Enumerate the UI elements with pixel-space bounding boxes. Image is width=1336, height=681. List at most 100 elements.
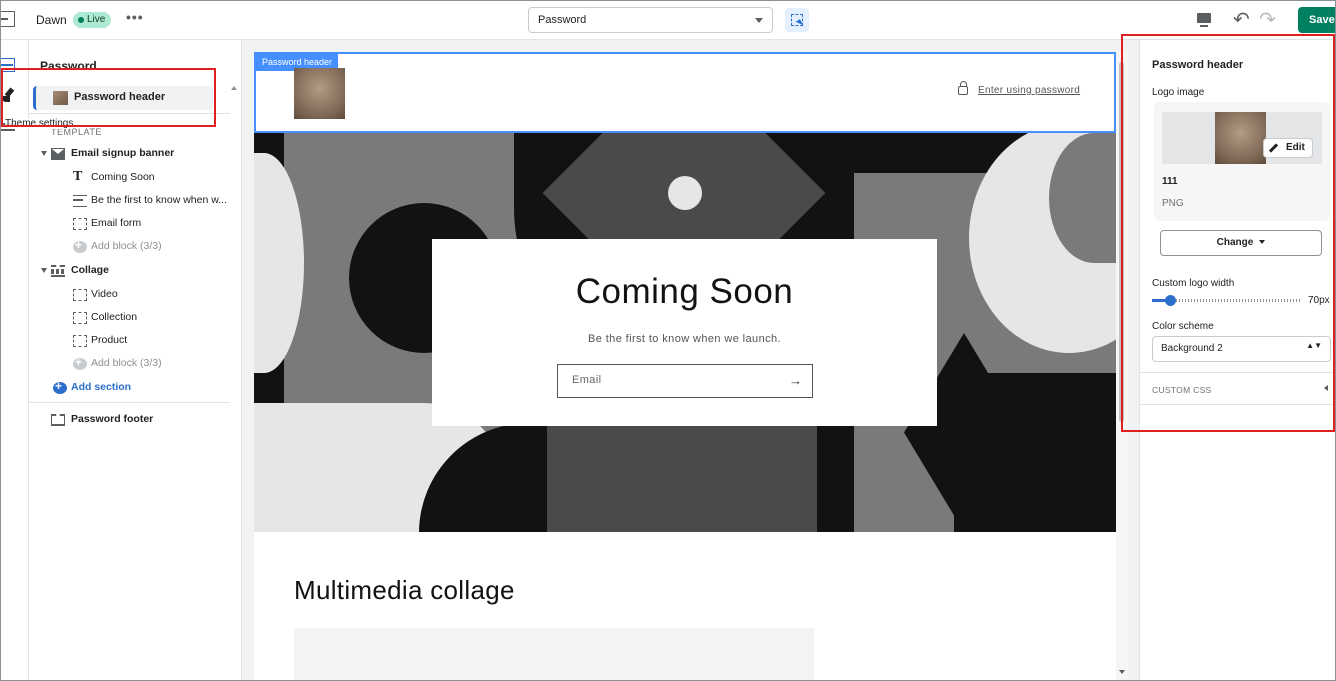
block-icon bbox=[73, 335, 87, 347]
preview-password-header[interactable]: Password header Enter using password bbox=[254, 52, 1116, 133]
logo-thumbnail bbox=[1215, 112, 1266, 164]
block-icon bbox=[73, 218, 87, 230]
change-logo-label: Change bbox=[1216, 237, 1254, 248]
sidebar-item-label: Password footer bbox=[71, 413, 154, 425]
divider bbox=[29, 113, 230, 114]
color-scheme-label: Color scheme bbox=[1152, 321, 1214, 332]
block-label: Be the first to know when w... bbox=[91, 194, 227, 206]
divider bbox=[1140, 404, 1335, 405]
logo-image-card: Edit 111 PNG bbox=[1154, 102, 1330, 221]
header-thumbnail-icon bbox=[53, 91, 68, 105]
theme-name: Dawn bbox=[36, 13, 67, 27]
email-placeholder: Email bbox=[572, 374, 602, 386]
add-block-button[interactable]: Add block (3/3) bbox=[29, 236, 230, 258]
more-actions-button[interactable]: ••• bbox=[126, 9, 144, 25]
live-status-badge: Live bbox=[73, 12, 112, 28]
add-section-label: Add section bbox=[71, 381, 132, 393]
caret-down-icon[interactable] bbox=[41, 268, 47, 273]
sections-sidebar: Password Password header TEMPLATE Email … bbox=[29, 40, 242, 680]
banner-shape bbox=[668, 176, 702, 210]
storefront-preview: Password header Enter using password Com… bbox=[254, 52, 1116, 680]
chevron-down-icon bbox=[1259, 240, 1266, 245]
sections-icon[interactable] bbox=[1, 58, 15, 72]
collage-icon bbox=[51, 265, 65, 277]
add-section-button[interactable]: Add section bbox=[29, 377, 230, 399]
logo-file-name: 111 bbox=[1162, 176, 1178, 187]
sidebar-item-label: Password header bbox=[74, 91, 166, 103]
banner-heading: Coming Soon bbox=[575, 272, 794, 311]
add-block-label: Add block (3/3) bbox=[91, 357, 162, 369]
footer-icon bbox=[51, 414, 65, 426]
enter-password-link[interactable]: Enter using password bbox=[978, 85, 1080, 96]
chevron-down-icon bbox=[755, 18, 763, 23]
sidebar-title: Password bbox=[40, 59, 97, 73]
block-item-coming-soon[interactable]: T Coming Soon bbox=[29, 167, 230, 189]
add-block-button[interactable]: Add block (3/3) bbox=[29, 353, 230, 375]
arrow-right-icon[interactable]: → bbox=[789, 373, 802, 388]
change-logo-button[interactable]: Change bbox=[1160, 230, 1322, 256]
sidebar-item-label: Collage bbox=[71, 264, 109, 276]
redo-button[interactable]: ↷ bbox=[1259, 10, 1276, 30]
block-item-collection[interactable]: Collection bbox=[29, 307, 230, 329]
template-select-value: Password bbox=[538, 14, 587, 26]
theme-editor-window: Dawn Live ••• Password ↶ ↷ Save Password… bbox=[0, 0, 1336, 681]
template-select[interactable]: Password bbox=[528, 7, 773, 33]
store-logo bbox=[294, 68, 345, 119]
plus-circle-icon bbox=[73, 238, 87, 253]
select-arrows-icon: ▲▼ bbox=[1306, 341, 1322, 350]
block-icon bbox=[73, 312, 87, 324]
color-scheme-select[interactable]: Background 2 ▲▼ bbox=[1152, 336, 1331, 362]
sidebar-item-password-header[interactable]: Password header bbox=[33, 86, 213, 110]
block-item-product[interactable]: Product bbox=[29, 330, 230, 352]
sidebar-item-collage[interactable]: Collage bbox=[29, 260, 230, 282]
caret-down-icon[interactable] bbox=[41, 151, 47, 156]
scroll-down-icon[interactable] bbox=[1119, 670, 1125, 674]
collage-media-placeholder[interactable] bbox=[294, 628, 814, 680]
theme-settings-brush-icon[interactable] bbox=[2, 88, 16, 102]
theme-settings-tooltip: Theme settings bbox=[5, 118, 74, 129]
block-item-subtitle[interactable]: Be the first to know when w... bbox=[29, 190, 230, 212]
divider bbox=[29, 402, 230, 403]
banner-subheading: Be the first to know when we launch. bbox=[588, 333, 781, 345]
block-label: Collection bbox=[91, 311, 138, 323]
exit-icon[interactable] bbox=[1, 11, 15, 27]
plus-circle-icon bbox=[73, 355, 87, 370]
preview-area: Password header Enter using password Com… bbox=[242, 40, 1139, 680]
banner-shape bbox=[954, 373, 1116, 532]
envelope-icon bbox=[51, 148, 65, 160]
undo-button[interactable]: ↶ bbox=[1233, 10, 1250, 30]
add-block-label: Add block (3/3) bbox=[91, 240, 162, 252]
top-bar: Dawn Live ••• Password ↶ ↷ Save bbox=[1, 1, 1335, 40]
plus-circle-icon bbox=[53, 379, 67, 394]
edit-logo-button[interactable]: Edit bbox=[1263, 138, 1313, 158]
text-icon: T bbox=[73, 169, 83, 184]
desktop-preview-icon[interactable] bbox=[1197, 13, 1211, 27]
logo-width-slider-thumb[interactable] bbox=[1164, 295, 1176, 306]
inspector-toggle-button[interactable] bbox=[785, 8, 809, 32]
block-label: Product bbox=[91, 334, 128, 346]
email-signup-banner[interactable]: Coming Soon Be the first to know when we… bbox=[254, 133, 1116, 532]
preview-scroll-thumb[interactable] bbox=[1119, 62, 1124, 422]
collage-heading: Multimedia collage bbox=[294, 575, 515, 605]
divider bbox=[1140, 372, 1335, 373]
sidebar-scroll-up[interactable] bbox=[229, 84, 239, 92]
logo-file-type: PNG bbox=[1162, 198, 1184, 209]
email-input[interactable]: Email → bbox=[557, 364, 813, 398]
block-item-video[interactable]: Video bbox=[29, 284, 230, 306]
section-settings-panel: Password header Logo image Edit 111 PNG … bbox=[1139, 40, 1335, 680]
block-label: Video bbox=[91, 288, 118, 300]
chevron-left-icon[interactable] bbox=[1324, 385, 1328, 391]
logo-preview: Edit bbox=[1162, 112, 1322, 164]
banner-content-box: Coming Soon Be the first to know when we… bbox=[432, 239, 937, 426]
logo-image-label: Logo image bbox=[1152, 87, 1205, 98]
sidebar-item-email-signup-banner[interactable]: Email signup banner bbox=[29, 143, 230, 165]
lock-icon bbox=[958, 81, 968, 95]
block-label: Email form bbox=[91, 217, 142, 229]
paragraph-icon bbox=[73, 195, 87, 207]
block-item-email-form[interactable]: Email form bbox=[29, 213, 230, 235]
sidebar-item-password-footer[interactable]: Password footer bbox=[29, 409, 230, 431]
custom-css-toggle[interactable]: CUSTOM CSS bbox=[1152, 385, 1212, 395]
settings-title: Password header bbox=[1152, 59, 1244, 71]
sidebar-item-label: Email signup banner bbox=[71, 147, 175, 159]
save-button[interactable]: Save bbox=[1298, 7, 1335, 33]
